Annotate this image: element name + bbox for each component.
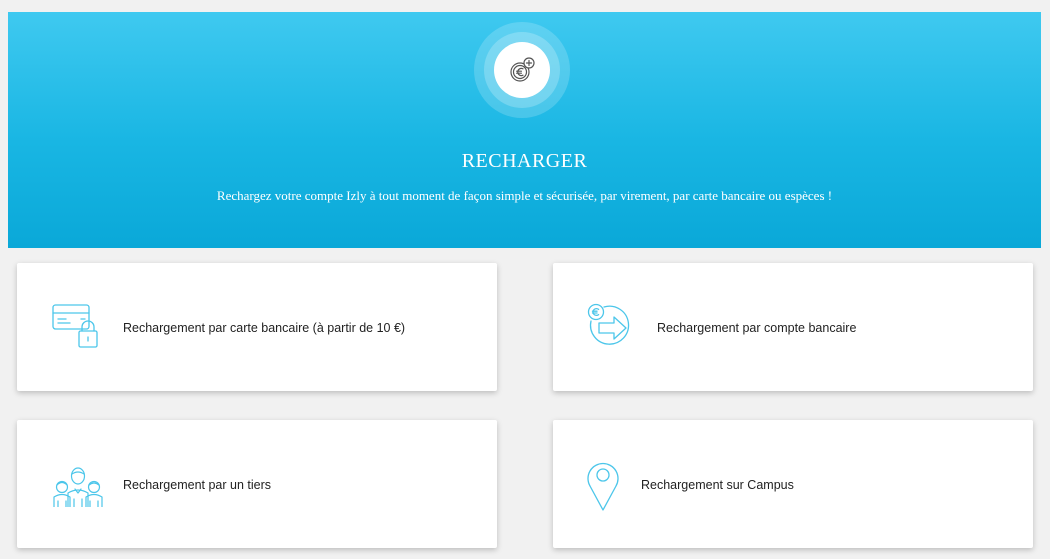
recharge-card-third-party-option[interactable]: Rechargement par un tiers [17,420,497,548]
recharge-card-label: Rechargement sur Campus [641,478,794,492]
recharge-card-label: Rechargement par un tiers [123,478,271,492]
hero-banner: RECHARGER Rechargez votre compte Izly à … [8,12,1041,248]
recharge-card-bank-card-option[interactable]: Rechargement par carte bancaire (à parti… [17,263,497,391]
group-people-icon [53,467,103,507]
recharge-card-campus-option[interactable]: Rechargement sur Campus [553,420,1033,548]
recharge-card-label: Rechargement par compte bancaire [657,321,857,335]
page-subtitle: Rechargez votre compte Izly à tout momen… [216,188,833,203]
recharge-card-label: Rechargement par carte bancaire (à parti… [123,321,406,335]
credit-card-lock-icon [52,304,98,348]
page-title: RECHARGER [461,150,588,172]
recharge-card-bank-transfer-option[interactable]: Rechargement par compte bancaire [553,263,1033,391]
euro-transfer-arrow-icon [587,303,630,345]
hero-badge [494,42,550,98]
map-pin-icon [587,462,619,511]
euro-coin-plus-icon [510,57,535,82]
